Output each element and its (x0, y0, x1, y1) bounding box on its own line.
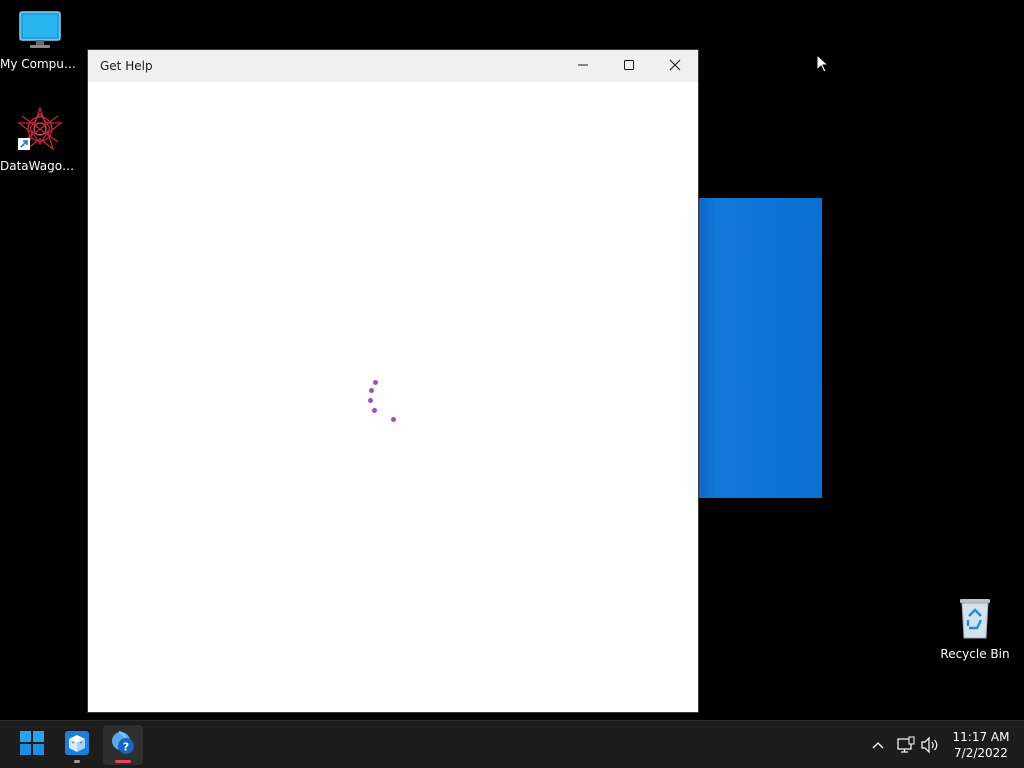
maximize-button[interactable] (606, 50, 652, 82)
minimize-button[interactable] (560, 50, 606, 82)
minimize-icon (577, 59, 589, 74)
svg-text:?: ? (123, 741, 129, 754)
windows-logo-icon (20, 731, 44, 759)
desktop-icon-label: Recycle Bin (940, 647, 1010, 661)
desktop-icon-recycle-bin[interactable]: Recycle Bin (935, 596, 1015, 661)
spinner-dot (373, 380, 378, 385)
spinner-dot (368, 398, 373, 403)
clock[interactable]: 11:17 AM 7/2/2022 (948, 729, 1014, 761)
start-button[interactable] (12, 725, 52, 765)
chevron-up-icon[interactable] (868, 735, 888, 755)
close-icon (669, 59, 681, 74)
desktop-icon-my-computer[interactable]: My Computer (0, 10, 80, 71)
clock-date: 7/2/2022 (954, 746, 1008, 760)
datawagon-icon (16, 105, 64, 155)
volume-icon[interactable] (920, 735, 940, 755)
mouse-cursor-icon (816, 53, 830, 78)
taskbar-app-get-help[interactable]: ? (103, 725, 143, 765)
close-button[interactable] (652, 50, 698, 82)
get-help-window: Get Help (88, 50, 698, 712)
spinner-dot (372, 408, 377, 413)
background-window-panel[interactable] (698, 198, 822, 498)
app-active-indicator (115, 760, 131, 763)
taskbar: ? 11:17 AM 7/2/2022 (0, 720, 1024, 768)
get-help-icon: ? (110, 730, 136, 760)
desktop: My Computer DataWagon... Recycle Bin Get… (0, 0, 1024, 768)
monitor-icon (18, 10, 62, 53)
desktop-icon-datawagon[interactable]: DataWagon... (0, 105, 80, 173)
package-icon (64, 730, 90, 760)
taskbar-app-package[interactable] (57, 725, 97, 765)
spinner-dot (391, 417, 396, 422)
app-running-indicator (74, 760, 80, 763)
clock-time: 11:17 AM (952, 730, 1010, 744)
maximize-icon (623, 59, 635, 74)
window-title: Get Help (100, 59, 153, 73)
spinner-dot (369, 388, 374, 393)
desktop-icon-label: DataWagon... (0, 159, 80, 173)
window-titlebar[interactable]: Get Help (88, 50, 698, 82)
window-content (88, 82, 698, 712)
desktop-icon-label: My Computer (0, 57, 80, 71)
recycle-bin-icon (955, 596, 995, 643)
network-icon[interactable] (896, 735, 916, 755)
